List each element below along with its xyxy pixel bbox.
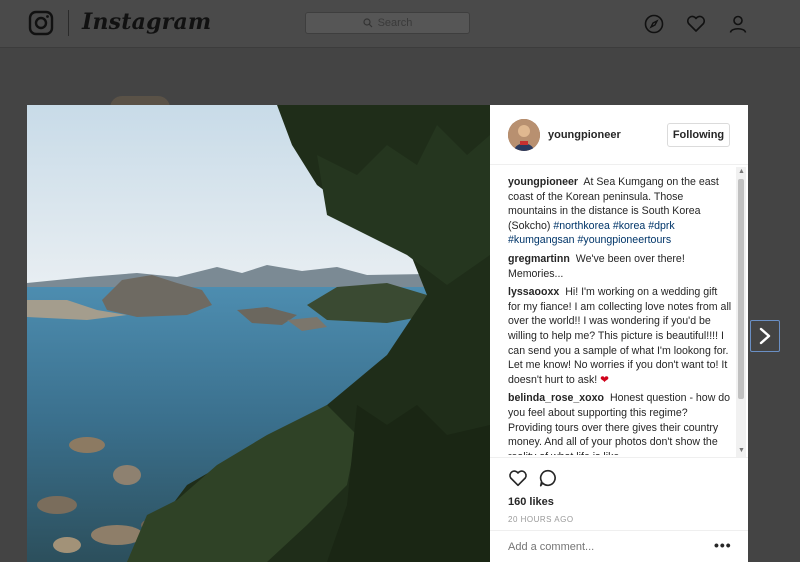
following-button[interactable]: Following <box>667 123 730 147</box>
comment-caption: youngpioneer At Sea Kumgang on the east … <box>508 175 732 248</box>
hashtag-link[interactable]: #kumgangsan <box>508 234 575 246</box>
hashtag-link[interactable]: #northkorea <box>553 220 610 232</box>
chevron-right-icon <box>759 327 771 345</box>
like-heart-icon[interactable] <box>508 468 528 488</box>
next-post-button[interactable] <box>750 320 780 352</box>
comment-username[interactable]: belinda_rose_xoxo <box>508 392 604 404</box>
hashtag-link[interactable]: #korea <box>613 220 645 232</box>
instagram-wordmark[interactable]: Instagram <box>82 9 211 35</box>
post-actions: 160 likes 20 HOURS AGO ••• <box>490 457 748 562</box>
add-comment-bar: ••• <box>490 530 748 562</box>
hashtag-link[interactable]: #dprk <box>648 220 675 232</box>
avatar[interactable] <box>508 119 540 151</box>
comment-item: gregmartinn We've been over there! Memor… <box>508 252 732 281</box>
comment-username[interactable]: gregmartinn <box>508 253 570 265</box>
top-nav-bar: Instagram Search <box>0 0 800 48</box>
comments-scrollbar[interactable]: ▲ ▼ <box>736 167 746 457</box>
nav-divider <box>68 10 69 36</box>
comment-username[interactable]: youngpioneer <box>508 176 578 188</box>
comment-text: Hi! I'm working on a wedding gift for my… <box>508 286 732 386</box>
scroll-down-arrow-icon[interactable]: ▼ <box>738 447 745 454</box>
scroll-thumb[interactable] <box>738 179 744 399</box>
post-photo[interactable] <box>27 105 490 562</box>
more-options-icon[interactable]: ••• <box>714 537 732 553</box>
post-sidebar: youngpioneer Following youngpioneer At S… <box>490 105 748 562</box>
search-icon <box>362 18 372 28</box>
likes-count[interactable]: 160 likes <box>508 496 554 508</box>
person-icon[interactable] <box>727 13 749 35</box>
red-heart-emoji: ❤ <box>600 373 610 386</box>
comment-bubble-icon[interactable] <box>538 468 558 488</box>
comment-username[interactable]: lyssaooxx <box>508 286 559 298</box>
hashtag-link[interactable]: #youngpioneertours <box>578 234 672 246</box>
comment-item: lyssaooxx Hi! I'm working on a wedding g… <box>508 285 732 387</box>
instagram-logo-icon[interactable] <box>28 10 54 36</box>
post-timestamp[interactable]: 20 HOURS AGO <box>508 515 574 524</box>
comments-list: youngpioneer At Sea Kumgang on the east … <box>508 175 732 455</box>
post-header: youngpioneer Following <box>490 105 748 165</box>
add-comment-input[interactable] <box>508 541 698 553</box>
post-username[interactable]: youngpioneer <box>548 129 621 141</box>
heart-icon[interactable] <box>685 13 707 35</box>
scroll-up-arrow-icon[interactable]: ▲ <box>738 168 745 175</box>
search-input[interactable]: Search <box>305 12 470 34</box>
search-placeholder: Search <box>377 17 413 29</box>
compass-icon[interactable] <box>643 13 665 35</box>
comment-item: belinda_rose_xoxo Honest question - how … <box>508 391 732 455</box>
